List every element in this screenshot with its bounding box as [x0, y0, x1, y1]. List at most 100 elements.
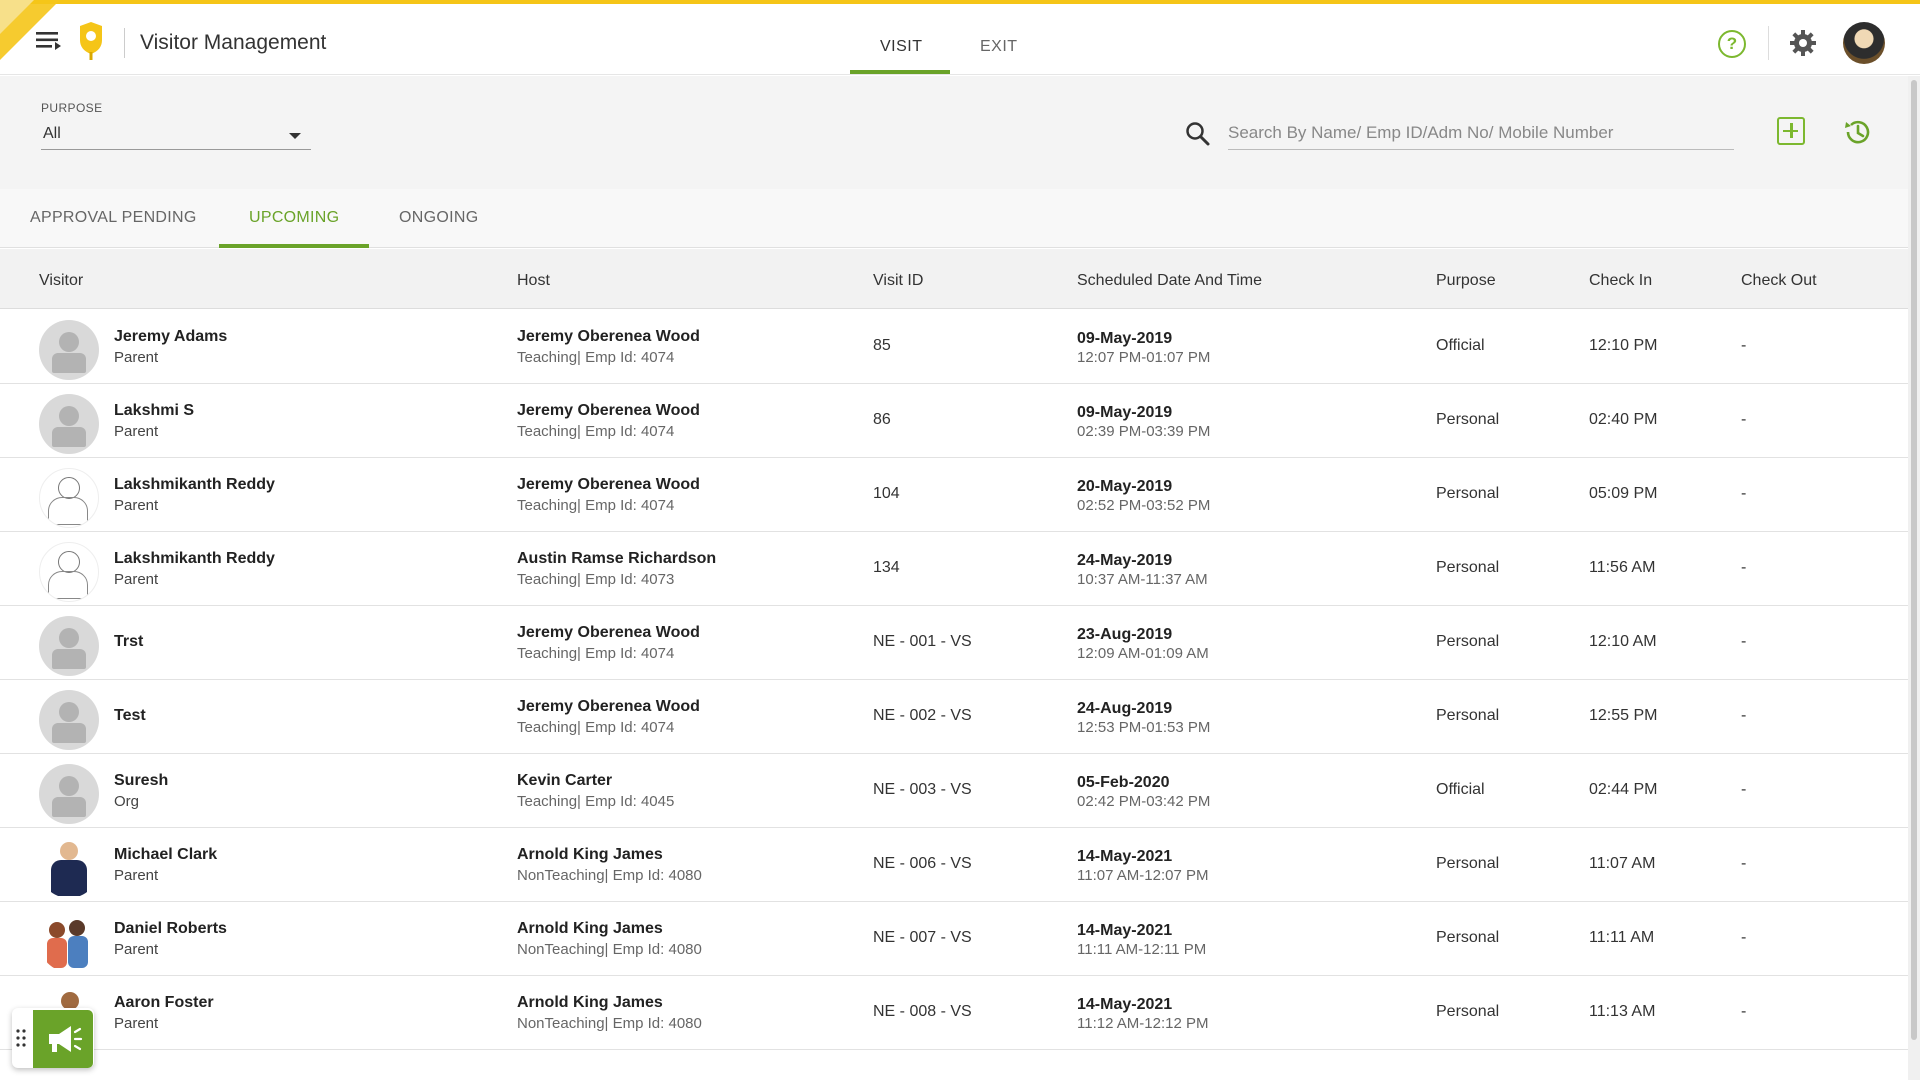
- tab-approval-pending[interactable]: APPROVAL PENDING: [30, 209, 197, 227]
- visitor-role: Parent: [114, 1015, 159, 1032]
- gear-icon[interactable]: [1788, 28, 1818, 58]
- visitor-avatar: [39, 912, 99, 972]
- table-row[interactable]: Daniel Roberts Parent Arnold King James Non…: [0, 902, 1908, 976]
- drag-handle-icon[interactable]: [15, 1028, 27, 1048]
- scrollbar-thumb[interactable]: [1911, 80, 1917, 1040]
- scheduled-date: 24-Aug-2019: [1077, 700, 1173, 717]
- check-out-cell: -: [1741, 337, 1747, 354]
- app-title: Visitor Management: [140, 31, 327, 54]
- scheduled-date: 14-May-2021: [1077, 848, 1173, 865]
- visitor-avatar: [39, 468, 99, 528]
- user-avatar[interactable]: [1843, 22, 1885, 64]
- announcement-button[interactable]: [33, 1010, 93, 1068]
- table-row[interactable]: Lakshmi S Parent Jeremy Oberenea Wood Teach…: [0, 384, 1908, 458]
- visit-id: NE - 003 - VS: [873, 781, 972, 798]
- visitor-avatar: [39, 320, 99, 380]
- check-in-cell: 12:10 PM: [1589, 337, 1658, 354]
- visitor-role: Parent: [114, 867, 159, 884]
- avatar-sketch-body: [48, 571, 88, 599]
- purpose-select[interactable]: All: [41, 122, 311, 150]
- visit-id: 104: [873, 485, 900, 502]
- host-detail: NonTeaching| Emp Id: 4080: [517, 941, 702, 958]
- tab-ongoing[interactable]: ONGOING: [399, 209, 478, 227]
- menu-icon[interactable]: [36, 30, 62, 50]
- avatar-body: [52, 797, 86, 817]
- table-row[interactable]: Aaron Foster Parent Arnold King James NonTe…: [0, 976, 1908, 1050]
- avatar-sketch-body: [48, 497, 88, 525]
- host-detail: Teaching| Emp Id: 4074: [517, 349, 675, 366]
- visitor-name[interactable]: Suresh: [114, 772, 168, 790]
- avatar-head: [60, 842, 78, 860]
- host-detail: Teaching| Emp Id: 4045: [517, 793, 675, 810]
- check-in-cell: 11:56 AM: [1589, 559, 1656, 576]
- visitor-name[interactable]: Aaron Foster: [114, 994, 214, 1012]
- scheduled-time: 10:37 AM-11:37 AM: [1077, 571, 1208, 588]
- scheduled-time: 12:53 PM-01:53 PM: [1077, 719, 1211, 736]
- table-row[interactable]: Suresh Org Kevin Carter Teaching| Emp Id: 4…: [0, 754, 1908, 828]
- purpose-cell: Personal: [1436, 1003, 1500, 1020]
- visit-id: 85: [873, 337, 891, 354]
- scheduled-date: 09-May-2019: [1077, 404, 1173, 421]
- tab-exit[interactable]: EXIT: [980, 38, 1018, 56]
- visitor-name[interactable]: Trst: [114, 633, 143, 651]
- visitor-avatar: [39, 542, 99, 602]
- col-host[interactable]: Host: [517, 272, 550, 290]
- scheduled-time: 12:09 AM-01:09 AM: [1077, 645, 1209, 662]
- host-detail: Teaching| Emp Id: 4073: [517, 571, 675, 588]
- tab-visit[interactable]: VISIT: [880, 38, 923, 56]
- search-icon[interactable]: [1185, 121, 1211, 147]
- history-icon[interactable]: [1842, 117, 1872, 147]
- scheduled-date: 24-May-2019: [1077, 552, 1173, 569]
- table-row[interactable]: Jeremy Adams Parent Jeremy Oberenea Wood Te…: [0, 310, 1908, 384]
- host-detail: Teaching| Emp Id: 4074: [517, 497, 675, 514]
- visit-id: NE - 007 - VS: [873, 929, 972, 946]
- col-visit-id[interactable]: Visit ID: [873, 272, 923, 290]
- check-out-cell: -: [1741, 411, 1747, 428]
- host-detail: NonTeaching| Emp Id: 4080: [517, 1015, 702, 1032]
- host-detail: Teaching| Emp Id: 4074: [517, 719, 675, 736]
- tab-upcoming-indicator: [219, 244, 369, 248]
- visitor-name[interactable]: Jeremy Adams: [114, 328, 227, 346]
- help-icon[interactable]: ?: [1718, 30, 1746, 58]
- visitor-role: Org: [114, 793, 140, 810]
- visitor-name[interactable]: Lakshmikanth Reddy: [114, 476, 275, 494]
- host-name: Austin Ramse Richardson: [517, 550, 717, 567]
- visitor-avatar: [39, 764, 99, 824]
- col-check-out[interactable]: Check Out: [1741, 272, 1817, 290]
- chevron-down-icon: [289, 133, 301, 139]
- host-detail: NonTeaching| Emp Id: 4080: [517, 867, 702, 884]
- avatar-head: [59, 702, 79, 722]
- table-row[interactable]: Test Jeremy Oberenea Wood Teaching| Emp Id…: [0, 680, 1908, 754]
- avatar-figure: [69, 920, 85, 936]
- purpose-cell: Personal: [1436, 411, 1500, 428]
- table-row[interactable]: Michael Clark Parent Arnold King James NonT…: [0, 828, 1908, 902]
- visitor-name[interactable]: Michael Clark: [114, 846, 217, 864]
- search-input[interactable]: [1228, 116, 1734, 150]
- avatar-body: [52, 353, 86, 373]
- visitor-role: Parent: [114, 423, 159, 440]
- visitor-avatar: [39, 838, 99, 898]
- table-row[interactable]: Lakshmikanth Reddy Parent Austin Ramse Ric…: [0, 532, 1908, 606]
- purpose-cell: Personal: [1436, 633, 1500, 650]
- add-visitor-icon[interactable]: [1777, 117, 1805, 145]
- check-in-cell: 05:09 PM: [1589, 485, 1658, 502]
- visitor-name[interactable]: Lakshmi S: [114, 402, 194, 420]
- scheduled-date: 14-May-2021: [1077, 922, 1173, 939]
- tab-upcoming[interactable]: UPCOMING: [249, 209, 339, 227]
- col-visitor[interactable]: Visitor: [39, 272, 83, 290]
- col-check-in[interactable]: Check In: [1589, 272, 1652, 290]
- table-row[interactable]: Lakshmikanth Reddy Parent Jeremy Oberenea …: [0, 458, 1908, 532]
- tab-visit-indicator: [850, 70, 950, 74]
- avatar-head: [59, 406, 79, 426]
- col-scheduled[interactable]: Scheduled Date And Time: [1077, 272, 1262, 290]
- corner-decoration-inner: [0, 0, 34, 34]
- host-name: Arnold King James: [517, 920, 663, 937]
- visitor-name[interactable]: Daniel Roberts: [114, 920, 227, 938]
- table-row[interactable]: Trst Jeremy Oberenea Wood Teaching| Emp Id…: [0, 606, 1908, 680]
- visitor-name[interactable]: Lakshmikanth Reddy: [114, 550, 275, 568]
- scheduled-date: 14-May-2021: [1077, 996, 1173, 1013]
- purpose-cell: Personal: [1436, 559, 1500, 576]
- col-purpose[interactable]: Purpose: [1436, 272, 1496, 290]
- purpose-cell: Official: [1436, 781, 1485, 798]
- visitor-name[interactable]: Test: [114, 707, 146, 725]
